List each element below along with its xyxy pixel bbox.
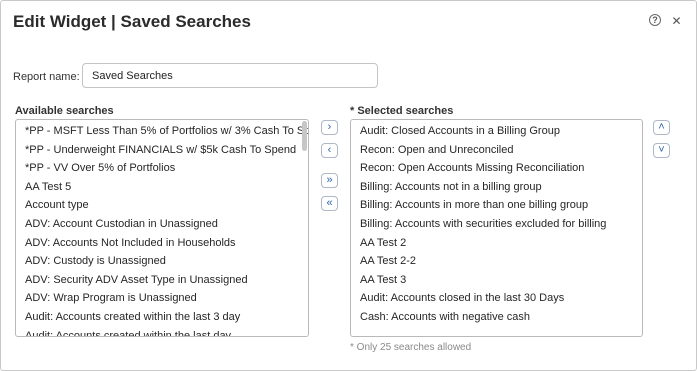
move-down-button[interactable]: ˅: [653, 143, 670, 158]
list-item[interactable]: *PP - MSFT Less Than 5% of Portfolios w/…: [25, 122, 308, 141]
selected-searches-list[interactable]: Audit: Closed Accounts in a Billing Grou…: [350, 119, 643, 337]
list-item[interactable]: ADV: Accounts Not Included in Households: [25, 234, 298, 253]
list-item[interactable]: ADV: Security ADV Asset Type in Unassign…: [25, 271, 298, 290]
move-right-button[interactable]: ›: [321, 120, 338, 135]
list-item[interactable]: Billing: Accounts not in a billing group: [360, 178, 632, 197]
available-scrollbar[interactable]: [301, 121, 307, 335]
selected-searches-label: * Selected searches: [350, 105, 454, 117]
close-icon[interactable]: ✕: [670, 14, 683, 27]
list-item[interactable]: Audit: Closed Accounts in a Billing Grou…: [360, 122, 632, 141]
list-item[interactable]: AA Test 2: [360, 234, 632, 253]
list-item[interactable]: Audit: Accounts created within the last …: [25, 308, 298, 327]
list-item[interactable]: Billing: Accounts in more than one billi…: [360, 196, 632, 215]
list-item[interactable]: Audit: Accounts closed in the last 30 Da…: [360, 289, 632, 308]
move-left-button[interactable]: ‹: [321, 143, 338, 158]
report-name-input[interactable]: [82, 63, 378, 88]
list-item[interactable]: Recon: Open Accounts Missing Reconciliat…: [360, 159, 632, 178]
list-item[interactable]: *PP - Underweight FINANCIALS w/ $5k Cash…: [25, 141, 298, 160]
list-item[interactable]: Recon: Open and Unreconciled: [360, 141, 632, 160]
list-item[interactable]: Cash: Accounts with negative cash: [360, 308, 632, 327]
list-item[interactable]: ADV: Wrap Program is Unassigned: [25, 289, 298, 308]
list-item[interactable]: AA Test 5: [25, 178, 298, 197]
move-up-button[interactable]: ˄: [653, 120, 670, 135]
dialog-header-actions: ? ✕: [649, 14, 683, 27]
move-all-right-button[interactable]: »: [321, 173, 338, 188]
report-name-label: Report name:: [13, 71, 80, 83]
move-all-left-button[interactable]: «: [321, 196, 338, 211]
dialog-title: Edit Widget | Saved Searches: [13, 12, 251, 31]
list-item[interactable]: ADV: Account Custodian in Unassigned: [25, 215, 298, 234]
selected-items: Audit: Closed Accounts in a Billing Grou…: [360, 122, 632, 327]
scrollbar-thumb[interactable]: [302, 121, 307, 151]
list-item[interactable]: AA Test 3: [360, 271, 632, 290]
search-limit-note: * Only 25 searches allowed: [350, 342, 472, 353]
edit-widget-dialog: Edit Widget | Saved Searches ? ✕ Report …: [0, 0, 697, 371]
available-searches-label: Available searches: [15, 105, 114, 117]
list-item[interactable]: ADV: Custody is Unassigned: [25, 252, 298, 271]
available-searches-list[interactable]: *PP - MSFT Less Than 5% of Portfolios w/…: [15, 119, 309, 337]
list-item[interactable]: Audit: Accounts created within the last …: [25, 327, 298, 336]
list-item[interactable]: Billing: Accounts with securities exclud…: [360, 215, 632, 234]
available-items: *PP - MSFT Less Than 5% of Portfolios w/…: [25, 122, 308, 336]
list-item[interactable]: *PP - VV Over 5% of Portfolios: [25, 159, 298, 178]
help-icon[interactable]: ?: [649, 14, 661, 26]
list-item[interactable]: AA Test 2-2: [360, 252, 632, 271]
list-item[interactable]: Account type: [25, 196, 298, 215]
